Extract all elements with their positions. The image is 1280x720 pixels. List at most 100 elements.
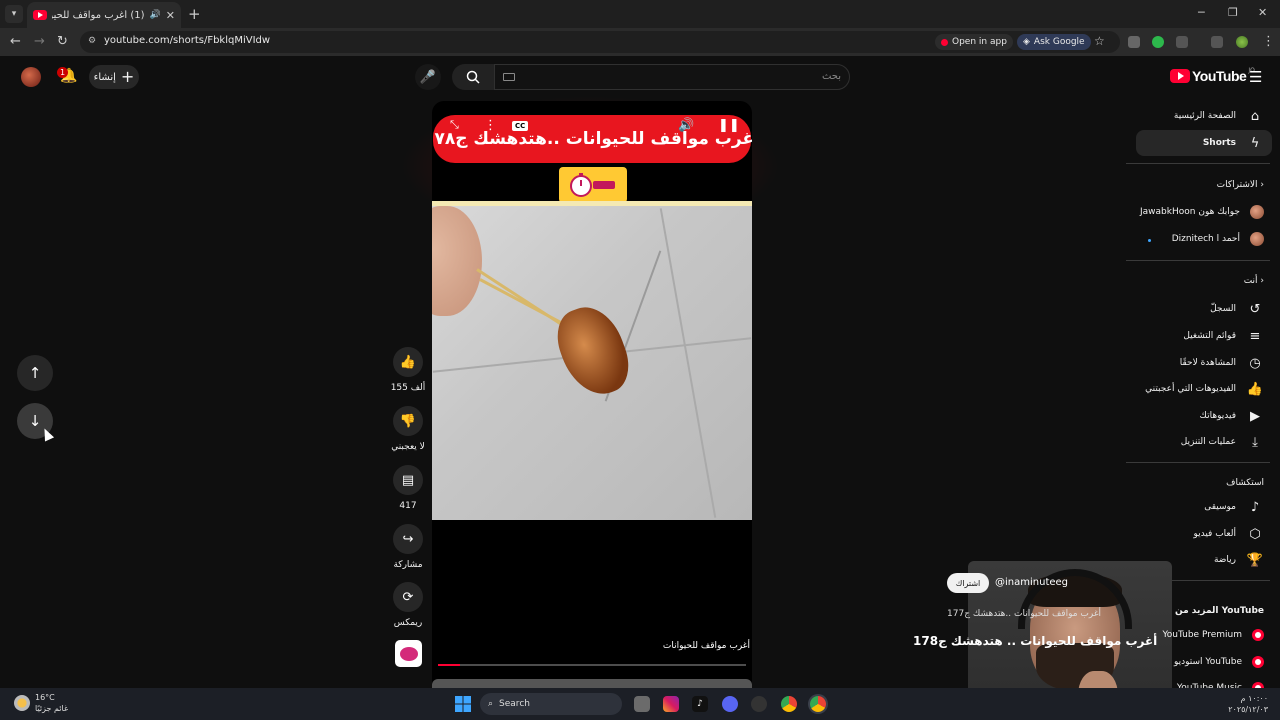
sidebar-item-gaming[interactable]: ألعاب فيديو ⬡ (1193, 521, 1264, 547)
search-input[interactable]: بحث (494, 64, 850, 90)
trophy-icon: 🏆 (1246, 552, 1264, 568)
dislike-action[interactable]: 👎 لا يعجبني (391, 406, 425, 452)
previous-short-button[interactable]: ↑ (17, 355, 53, 391)
instagram-icon[interactable] (663, 696, 679, 712)
sidebar-item-downloads[interactable]: عمليات التنزيل ⤓ (1181, 429, 1264, 455)
system-clock[interactable]: ١٠:٠٠ م ٢٠٢٥/١٢/٠٣ (1228, 693, 1268, 715)
sidebar-divider (1126, 462, 1270, 463)
captions-button[interactable]: CC (512, 121, 529, 131)
youtube-logo[interactable]: YouTube JO (1170, 67, 1255, 84)
browser-tab-active[interactable]: (1) أغرب مواقف للحيوانات .. 🔊 ✕ (27, 2, 181, 28)
chrome-icon[interactable] (781, 696, 797, 712)
speaker-icon[interactable]: 🔊 (150, 10, 161, 20)
weather-widget[interactable]: 16°C غائم جزئيًا (14, 692, 68, 714)
keyboard-icon[interactable] (503, 73, 515, 81)
tab-search-dropdown[interactable]: ▾ (5, 5, 23, 23)
back-icon[interactable]: ← (10, 34, 21, 49)
reload-icon[interactable]: ↻ (57, 34, 68, 49)
like-action[interactable]: 👍 155 ألف (391, 347, 425, 393)
extension-icon[interactable] (1128, 36, 1140, 48)
like-button[interactable]: 👍 (393, 347, 423, 377)
video-frame[interactable] (432, 206, 752, 520)
url-text[interactable]: youtube.com/shorts/FbklqMiVIdw (104, 35, 270, 46)
address-bar[interactable]: ⚙ youtube.com/shorts/FbklqMiVIdw Open in… (80, 31, 1120, 53)
search-button[interactable] (452, 64, 494, 90)
remix-action[interactable]: ⟳ ريمكس (393, 582, 423, 628)
comments-action[interactable]: ▤ 417 (393, 465, 423, 511)
sidebar-item-your-videos[interactable]: فيديوهاتك ▶ (1200, 403, 1264, 429)
shorts-player[interactable]: أغرب مواقف للحيوانات ..هتدهشك ج١٧٨ ⤡ ⋮ C… (432, 101, 752, 688)
minimize-icon[interactable]: ─ (1198, 6, 1205, 19)
close-tab-icon[interactable]: ✕ (166, 9, 175, 22)
hamburger-menu-icon[interactable]: ☰ (1249, 68, 1262, 86)
sidebar-sub-0[interactable]: JawabkHoon جوابك هون (1140, 199, 1264, 225)
sidebar-item-home[interactable]: الصفحة الرئيسية ⌂ (1174, 103, 1264, 129)
tiktok-icon[interactable]: ♪ (692, 696, 708, 712)
new-tab-button[interactable]: + (188, 5, 201, 23)
site-info-icon[interactable]: ⚙ (88, 36, 96, 46)
sidebar-item-shorts[interactable]: Shorts ϟ (1203, 130, 1264, 156)
remix-button[interactable]: ⟳ (393, 582, 423, 612)
explore-heading: استكشاف (1226, 478, 1264, 488)
thumbs-down-icon: 👎 (399, 413, 417, 429)
dislike-button[interactable]: 👎 (393, 406, 423, 436)
share-button[interactable]: ↪ (393, 524, 423, 554)
steam-icon[interactable] (751, 696, 767, 712)
voice-search-button[interactable]: 🎤 (415, 64, 441, 90)
maximize-icon[interactable]: ❐ (1228, 6, 1238, 19)
related-title-2[interactable]: أغرب مواقف للحيوانات .. هتدهشك ج178 (913, 634, 1157, 648)
shorts-icon: ϟ (1250, 135, 1260, 151)
temperature: 16°C (35, 693, 55, 702)
sidebar-item-watch-later[interactable]: المشاهدة لاحقًا ◷ (1180, 350, 1264, 376)
weather-text: 16°C غائم جزئيًا (35, 692, 68, 714)
channel-logo-watermark (559, 167, 627, 203)
channel-handle[interactable]: @inaminuteeg (995, 577, 1068, 588)
profile-avatar-icon[interactable] (1236, 36, 1248, 48)
sidebar-item-playlists[interactable]: قوائم التشغيل ≡ (1183, 323, 1264, 349)
sidebar-sub-1[interactable]: Diznitech l أحمد (1172, 226, 1264, 252)
bookmark-star-icon[interactable]: ☆ (1094, 34, 1105, 48)
task-view-icon[interactable] (634, 696, 650, 712)
new-content-dot (1148, 239, 1151, 242)
volume-icon[interactable]: 🔊 (678, 118, 694, 133)
ask-google-button[interactable]: ◈ Ask Google (1017, 34, 1091, 50)
studio-icon (1252, 656, 1264, 668)
subscribe-button[interactable]: اشتراك (947, 573, 989, 593)
sidebar-item-label: السجلّ (1210, 304, 1236, 314)
sidebar-item-premium[interactable]: YouTube Premium (1162, 622, 1264, 648)
subscriptions-heading[interactable]: الاشتراكات › (1217, 180, 1264, 190)
open-in-app-button[interactable]: Open in app (935, 34, 1013, 50)
sidebar-item-studio[interactable]: استوديو YouTube (1174, 649, 1264, 675)
media-control-icon[interactable] (1211, 36, 1223, 48)
progress-bar[interactable] (438, 664, 746, 666)
discord-icon[interactable] (722, 696, 738, 712)
clock-time: ١٠:٠٠ م (1240, 694, 1268, 703)
browser-menu-icon[interactable]: ⋮ (1262, 34, 1275, 49)
start-windows-icon[interactable] (455, 696, 471, 712)
forward-icon[interactable]: → (34, 34, 45, 49)
window-close-icon[interactable]: ✕ (1258, 6, 1267, 19)
related-title-1[interactable]: أغرب مواقف للحيوانات ..هتدهشك ج177 (947, 609, 1101, 619)
you-heading[interactable]: أنت › (1244, 276, 1264, 286)
taskbar-search[interactable]: ⌕ Search (480, 693, 622, 715)
more-options-icon[interactable]: ⋮ (484, 118, 497, 133)
fullscreen-icon[interactable]: ⤡ (450, 118, 459, 132)
next-short-preview[interactable] (432, 679, 752, 688)
share-action[interactable]: ↪ مشاركة (393, 524, 423, 570)
account-avatar[interactable] (21, 67, 41, 87)
subscription-name: JawabkHoon جوابك هون (1140, 207, 1240, 217)
channel-thumbnail-button[interactable] (395, 640, 422, 667)
sidebar-item-liked[interactable]: الفيديوهات التي أعجبتني 👍 (1145, 376, 1264, 402)
sidebar-item-music[interactable]: موسيقى ♪ (1204, 494, 1264, 520)
create-button[interactable]: إنشاء + (89, 65, 139, 89)
chrome-active-icon[interactable] (810, 696, 826, 712)
pause-icon[interactable]: ❚❚ (718, 118, 740, 133)
extension-green-icon[interactable] (1152, 36, 1164, 48)
sidebar-item-history[interactable]: السجلّ ↺ (1210, 296, 1264, 322)
youtube-favicon-icon (33, 10, 47, 20)
extensions-puzzle-icon[interactable] (1176, 36, 1188, 48)
sidebar-item-sports[interactable]: رياضة 🏆 (1214, 547, 1264, 573)
comments-button[interactable]: ▤ (393, 465, 423, 495)
youtube-play-icon (1170, 69, 1190, 83)
like-count: 155 ألف (390, 383, 426, 393)
